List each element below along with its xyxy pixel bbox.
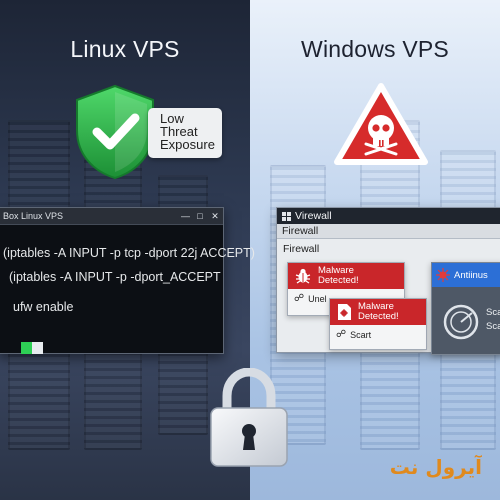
terminal-title-bar[interactable]: Box Linux VPS — □ ✕ [0,208,223,225]
malware-alert[interactable]: Malware Detected! ☍ Scart [329,298,427,350]
antivirus-panel[interactable]: Antiinus Scar Sca [431,262,500,355]
terminal-line: (iptables -A INPUT -p -dport_ACCEPT [9,270,221,284]
terminal-line: (iptables -A INPUT -p tcp -dport 22j ACC… [3,246,255,260]
terminal-line: ufw enable [13,300,74,314]
shield-icon: ☍ [294,293,305,304]
firewall-tab[interactable]: Firewall [277,224,500,239]
antivirus-title: Antiinus [454,269,488,281]
shield-check-icon [76,84,154,180]
windows-vps-title: Windows VPS [301,36,449,62]
padlock-icon [210,368,288,467]
scan-label[interactable]: Scar [486,307,500,318]
alert-text: Detected! [318,275,359,286]
warning-skull-icon [334,83,428,165]
brand-logo: آیرول نت [390,454,482,479]
scan-progress-icon [443,304,479,340]
linux-vps-title: Linux VPS [70,36,180,62]
threat-badge-line: Exposure [160,137,215,152]
firewall-title: Virewall [295,210,332,222]
firewall-section-label: Firewall [283,243,320,255]
shield-icon: ☍ [336,329,347,340]
antivirus-header: Antiinus [432,263,500,287]
virus-icon [436,268,450,282]
threat-badge: Low Threat Exposure [148,108,222,158]
infected-file-icon [338,304,351,320]
maximize-icon[interactable]: □ [196,212,204,221]
alert-footer: Unel [308,293,327,304]
scan-label[interactable]: Sca [486,321,500,332]
windows-logo-icon [282,211,291,221]
close-icon[interactable]: ✕ [211,212,219,221]
terminal-title: Box Linux VPS [3,211,64,221]
alert-text: Detected! [358,311,399,322]
firewall-title-bar[interactable]: Virewall [277,208,500,224]
svg-text:آیرول نت: آیرول نت [390,454,482,479]
terminal-cursor [21,342,43,354]
linux-terminal-window[interactable]: Box Linux VPS — □ ✕ (iptables -A INPUT -… [0,207,255,354]
alert-footer: Scart [350,329,372,340]
alert-header: Malware Detected! [330,299,426,325]
alert-header: Malware Detected! [288,263,404,289]
minimize-icon[interactable]: — [181,212,190,221]
bug-icon [295,268,311,284]
